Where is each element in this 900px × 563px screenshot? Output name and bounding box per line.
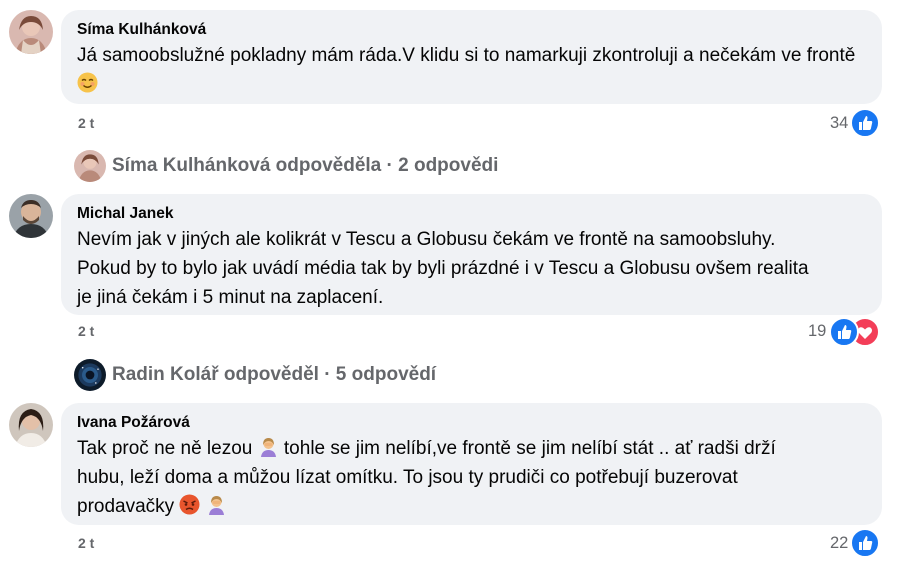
like-icon[interactable] (850, 528, 880, 558)
view-replies-text[interactable]: Síma Kulhánková odpověděla · 2 odpovědi (112, 155, 498, 177)
like-icon[interactable] (850, 108, 880, 138)
comment-text-body: Tak proč ne ně lezou (77, 438, 258, 459)
comment-text: Já samoobslužné pokladny mám ráda.V klid… (77, 41, 866, 99)
reaction-count[interactable]: 34 (830, 114, 848, 133)
smiling-face-icon (77, 72, 98, 93)
comment-timestamp[interactable]: 2 t (78, 115, 94, 131)
reaction-count[interactable]: 19 (808, 322, 826, 341)
comment-bubble: Ivana Požárová Tak proč ne ně lezou tohl… (61, 403, 882, 525)
comment-text-body: prodavačky (77, 496, 180, 517)
woman-facepalming-icon (206, 494, 227, 515)
comment-bubble: Michal Janek Nevím jak v jiných ale koli… (61, 194, 882, 315)
comment-text-body: hubu, leží doma a můžou lízat omítku. To… (77, 467, 738, 488)
view-replies-text[interactable]: Radin Kolář odpověděl · 5 odpovědí (112, 364, 436, 386)
view-replies-link[interactable]: Síma Kulhánková odpověděla · 2 odpovědi (74, 149, 498, 183)
comment-text: Nevím jak v jiných ale kolikrát v Tescu … (77, 229, 809, 308)
avatar[interactable] (9, 194, 53, 238)
reaction-count[interactable]: 22 (830, 534, 848, 553)
avatar[interactable] (9, 10, 53, 54)
comment-author[interactable]: Ivana Požárová (77, 413, 866, 433)
comment-text-body: Já samoobslužné pokladny mám ráda.V klid… (77, 45, 861, 66)
comment-text: Tak proč ne ně lezou tohle se jim nelíbí… (77, 434, 866, 521)
angry-face-icon (179, 494, 200, 515)
reply-avatar (74, 150, 106, 182)
like-icon[interactable] (829, 317, 859, 347)
comment-text-body: tohle se jim nelíbí,ve frontě se jim nel… (278, 438, 776, 459)
comment-timestamp[interactable]: 2 t (78, 323, 94, 339)
comment-author[interactable]: Síma Kulhánková (77, 20, 866, 40)
avatar[interactable] (9, 403, 53, 447)
comment-timestamp[interactable]: 2 t (78, 535, 94, 551)
reply-avatar (74, 359, 106, 391)
view-replies-link[interactable]: Radin Kolář odpověděl · 5 odpovědí (74, 358, 436, 392)
woman-facepalming-icon (258, 436, 279, 457)
comment-bubble: Síma Kulhánková Já samoobslužné pokladny… (61, 10, 882, 104)
comment-author[interactable]: Michal Janek (77, 204, 866, 224)
